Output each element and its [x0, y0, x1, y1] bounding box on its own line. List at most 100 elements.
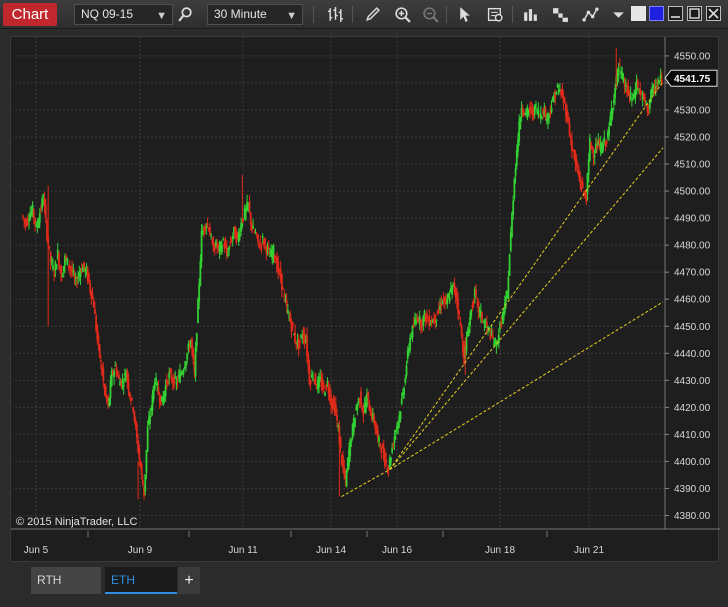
candle-down [102, 368, 105, 381]
copyright-text: © 2015 NinjaTrader, LLC [16, 516, 138, 528]
candle-down [360, 391, 362, 406]
candle-up [630, 98, 633, 100]
candle-down [325, 384, 328, 390]
maximize-icon[interactable] [687, 6, 702, 21]
link-white-icon[interactable] [631, 6, 646, 21]
candle-down [94, 308, 96, 314]
candle-up [483, 321, 486, 324]
candle-up [345, 470, 348, 487]
pencil-icon[interactable] [361, 4, 383, 25]
instrument-selector[interactable]: NQ 09-15 ▼ [74, 4, 173, 25]
candle-up [145, 450, 148, 473]
link-blue-icon[interactable] [649, 6, 664, 21]
candle-up [533, 104, 536, 115]
zoom-in-icon[interactable] [391, 4, 413, 25]
chart-panel[interactable]: 4380.00 4390.00 4400.00 4410.00 4420.00 4430.… [10, 36, 720, 563]
candle-up [222, 238, 225, 240]
y-tick-label: 4530.00 [674, 105, 711, 116]
candle-up [197, 299, 199, 323]
candle-down [257, 234, 259, 241]
candle-up [252, 226, 255, 229]
candle-up [505, 295, 507, 302]
candle-down [491, 335, 494, 339]
candle-down [322, 385, 325, 389]
candle-up [405, 365, 408, 376]
candle-up [470, 309, 473, 317]
candle-up [72, 270, 75, 273]
candle-up [507, 277, 510, 299]
candle-up [393, 436, 396, 443]
candle-up [624, 85, 627, 87]
close-icon[interactable] [706, 6, 721, 21]
candle-down [561, 88, 564, 96]
candle-up [399, 411, 402, 420]
candle-up [114, 365, 117, 367]
candle-up [194, 347, 197, 377]
y-tick-label: 4480.00 [674, 241, 711, 252]
candle-up [467, 329, 470, 337]
candle-up [629, 92, 632, 99]
candle-up [550, 107, 553, 113]
candle-down [387, 467, 390, 470]
tab-rth[interactable]: RTH [31, 567, 101, 594]
candle-up [310, 374, 313, 378]
candle-down [623, 81, 626, 86]
candle-down [209, 227, 211, 236]
menu-dropdown-icon[interactable] [607, 4, 629, 25]
data-box-icon[interactable] [484, 4, 506, 25]
x-tick-label: Jun 14 [316, 545, 346, 556]
candle-up [608, 126, 610, 135]
candle-down [255, 232, 258, 234]
candle-up [513, 179, 516, 198]
y-tick-label: 4430.00 [674, 376, 711, 387]
drawing-tools-icon[interactable] [579, 4, 601, 25]
candle-up [239, 233, 241, 237]
x-tick-label: Jun 16 [382, 545, 412, 556]
price-chart[interactable]: 4380.00 4390.00 4400.00 4410.00 4420.00 4430.… [11, 37, 720, 563]
indicators-icon[interactable] [519, 4, 541, 25]
candle-up [122, 384, 125, 387]
y-tick-label: 4420.00 [674, 403, 711, 414]
candle-down [568, 123, 571, 136]
chart-window-tab[interactable]: Chart [3, 3, 57, 26]
candle-down [385, 459, 388, 464]
toolbar-divider [313, 6, 314, 23]
candle-down [581, 181, 584, 188]
zoom-out-icon[interactable] [419, 4, 441, 25]
candle-up [228, 246, 231, 250]
candle-up [113, 371, 115, 378]
search-icon[interactable] [174, 4, 196, 25]
minimize-icon[interactable] [668, 6, 683, 21]
add-tab-button[interactable]: + [178, 567, 200, 594]
candle-up [400, 398, 403, 404]
candle-down [644, 97, 646, 102]
tab-eth[interactable]: ETH [105, 567, 177, 594]
candle-up [300, 335, 302, 338]
candle-down [273, 255, 276, 259]
interval-value: 30 Minute [214, 7, 267, 21]
candle-down [97, 335, 100, 344]
candle-down [368, 405, 371, 411]
interval-selector[interactable]: 30 Minute ▼ [207, 4, 303, 25]
candle-down [472, 300, 475, 305]
candle-up [186, 353, 189, 360]
candle-down [569, 136, 572, 139]
candle-down [88, 273, 90, 283]
candle-up [659, 74, 662, 80]
candle-up [210, 235, 213, 237]
candle-down [361, 406, 364, 411]
candle-down [141, 480, 144, 486]
candle-down [618, 64, 621, 66]
y-tick-label: 4380.00 [674, 511, 711, 522]
candle-up [511, 213, 513, 238]
strategies-icon[interactable] [549, 4, 571, 25]
pointer-icon[interactable] [453, 4, 475, 25]
candle-down [336, 415, 338, 421]
gann-fan-line [389, 81, 664, 470]
candle-up [286, 310, 289, 313]
bar-type-icon[interactable] [324, 4, 346, 25]
candle-up [390, 457, 392, 463]
candle-down [459, 322, 462, 326]
candle-down [521, 108, 524, 114]
candle-down [206, 223, 209, 226]
